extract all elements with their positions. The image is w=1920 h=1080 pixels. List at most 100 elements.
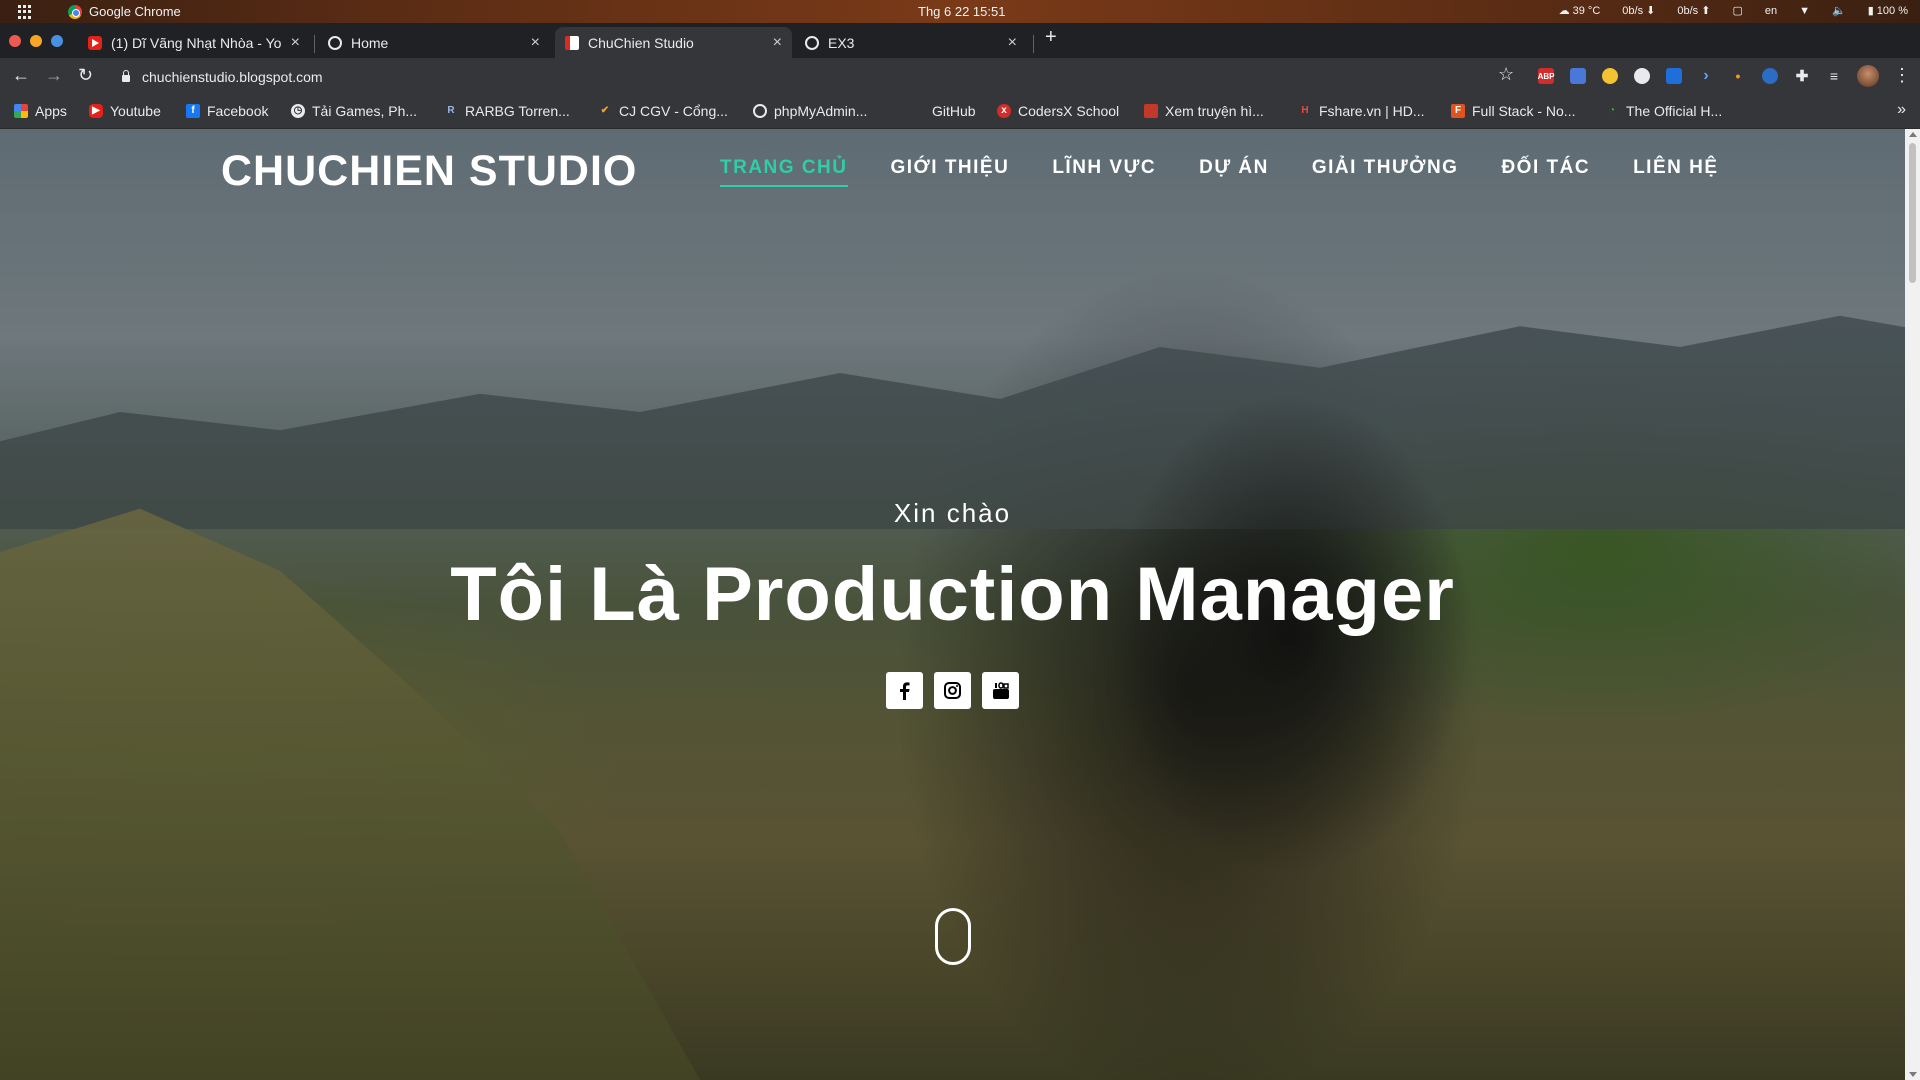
close-tab-icon[interactable]: × — [773, 34, 782, 52]
extension-circle-icon[interactable] — [1634, 68, 1650, 84]
forward-button[interactable]: → — [45, 65, 63, 86]
address-bar[interactable]: chuchienstudio.blogspot.com — [112, 61, 1502, 92]
bookmarks-bar: Apps ▶ Youtube f Facebook ◷ Tải Games, P… — [0, 95, 1920, 129]
extension-dot-icon[interactable]: • — [1730, 68, 1746, 84]
tab-title: (1) Dĩ Vãng Nhạt Nhòa - Yo — [111, 34, 282, 51]
bookmark-apps[interactable]: Apps — [14, 103, 67, 119]
translate-icon[interactable] — [1570, 68, 1586, 84]
globe-icon — [805, 35, 819, 50]
facebook-button[interactable] — [886, 672, 923, 709]
media-queue-icon[interactable]: ≡ — [1826, 68, 1842, 84]
system-clock[interactable]: Thg 6 22 15:51 — [918, 4, 1005, 19]
extension-blue-icon[interactable] — [1762, 68, 1778, 84]
bookmark-codersx[interactable]: x CodersX School — [997, 103, 1119, 119]
menu-giai-thuong[interactable]: GIẢI THƯỞNG — [1312, 157, 1459, 187]
youtube-button[interactable] — [982, 672, 1019, 709]
close-tab-icon[interactable]: × — [1008, 34, 1017, 52]
manga-icon — [1144, 104, 1158, 118]
site-navbar: CHUCHIEN STUDIO TRANG CHỦ GIỚI THIỆU LĨN… — [0, 129, 1905, 209]
maximize-window-button[interactable] — [51, 35, 63, 47]
tab-home[interactable]: Home × — [318, 27, 550, 58]
scroll-up-arrow[interactable] — [1909, 132, 1917, 137]
system-tray: ☁ 39 °C 0b/s ⬇ 0b/s ⬆ ▢ en ▼ 🔈 ▮ 100 % — [1559, 4, 1908, 18]
wifi-icon[interactable]: ▼ — [1799, 5, 1810, 17]
extension-j-icon[interactable] — [1666, 68, 1682, 84]
extension-compass-icon[interactable] — [1602, 68, 1618, 84]
menu-doi-tac[interactable]: ĐỐI TÁC — [1501, 157, 1590, 187]
menu-du-an[interactable]: DỰ ÁN — [1199, 157, 1269, 187]
bookmark-phpmyadmin[interactable]: phpMyAdmin... — [753, 103, 867, 119]
hero-greeting: Xin chào — [893, 498, 1012, 528]
social-links — [886, 672, 1019, 709]
instagram-button[interactable] — [934, 672, 971, 709]
menu-trang-chu[interactable]: TRANG CHỦ — [720, 157, 848, 187]
clipboard-icon[interactable]: ▢ — [1732, 4, 1742, 17]
chrome-icon — [68, 4, 82, 19]
scroll-down-indicator-icon[interactable] — [935, 908, 971, 965]
profile-avatar[interactable] — [1857, 65, 1879, 87]
facebook-icon: f — [186, 104, 200, 118]
bookmark-fshare[interactable]: H Fshare.vn | HD... — [1298, 103, 1424, 119]
activities-grid-icon[interactable] — [18, 5, 32, 19]
bookmark-github[interactable]: GitHub — [911, 103, 976, 119]
minimize-window-button[interactable] — [30, 35, 42, 47]
volume-icon[interactable]: 🔈 — [1832, 4, 1846, 17]
reload-button[interactable]: ↻ — [78, 65, 93, 86]
os-top-bar: Google Chrome Thg 6 22 15:51 ☁ 39 °C 0b/… — [0, 0, 1920, 23]
close-tab-icon[interactable]: × — [531, 34, 540, 52]
tab-youtube[interactable]: (1) Dĩ Vãng Nhạt Nhòa - Yo × — [78, 27, 310, 58]
window-controls — [9, 35, 63, 47]
tab-chuchien-studio[interactable]: ChuChien Studio × — [555, 27, 792, 58]
youtube-icon — [992, 681, 1009, 699]
apps-grid-icon — [14, 104, 28, 118]
tab-ex3[interactable]: EX3 × — [795, 27, 1027, 58]
scroll-down-arrow[interactable] — [1909, 1072, 1917, 1077]
extensions-puzzle-icon[interactable]: ✚ — [1794, 68, 1810, 85]
bookmark-rarbg[interactable]: R RARBG Torren... — [444, 103, 569, 119]
official-icon: ◔ — [1608, 105, 1616, 116]
menu-gioi-thieu[interactable]: GIỚI THIỆU — [891, 157, 1010, 187]
fshare-icon: H — [1301, 105, 1309, 116]
more-bookmarks-icon[interactable]: » — [1897, 101, 1906, 119]
new-tab-button[interactable]: + — [1045, 26, 1057, 49]
adblock-plus-icon[interactable]: ABP — [1538, 68, 1554, 84]
net-up-indicator: 0b/s ⬆ — [1677, 5, 1711, 17]
weather-indicator[interactable]: ☁ 39 °C — [1559, 4, 1601, 17]
bookmark-cgv[interactable]: ✔ CJ CGV - Cổng... — [598, 103, 728, 119]
bookmark-tai-games[interactable]: ◷ Tải Games, Ph... — [291, 103, 417, 119]
youtube-icon: ▶ — [89, 104, 103, 118]
youtube-icon — [88, 35, 102, 50]
cgv-icon: ✔ — [600, 105, 610, 116]
tab-title: ChuChien Studio — [588, 34, 694, 51]
bookmark-star-icon[interactable]: ☆ — [1498, 64, 1514, 85]
battery-label: 100 % — [1876, 5, 1908, 17]
net-down-indicator: 0b/s ⬇ — [1622, 5, 1656, 17]
github-icon — [911, 104, 925, 118]
back-button[interactable]: ← — [12, 65, 30, 86]
fullstack-icon: F — [1451, 104, 1465, 118]
bookmark-xem-truyen[interactable]: Xem truyện hì... — [1144, 103, 1264, 119]
bookmark-facebook[interactable]: f Facebook — [186, 103, 268, 119]
language-indicator[interactable]: en — [1765, 5, 1777, 17]
menu-lien-he[interactable]: LIÊN HỆ — [1633, 157, 1718, 187]
battery-indicator[interactable]: ▮ 100 % — [1868, 4, 1908, 17]
globe-icon — [328, 35, 342, 50]
bookmark-youtube[interactable]: ▶ Youtube — [89, 103, 161, 119]
codersx-icon: x — [997, 104, 1011, 118]
url-text: chuchienstudio.blogspot.com — [142, 68, 323, 85]
lock-icon[interactable] — [122, 70, 130, 82]
close-window-button[interactable] — [9, 35, 21, 47]
menu-linh-vuc[interactable]: LĨNH VỰC — [1052, 157, 1156, 187]
facebook-icon — [899, 681, 909, 700]
site-brand[interactable]: CHUCHIEN STUDIO — [221, 147, 637, 196]
bookmark-the-official[interactable]: ◔ The Official H... — [1605, 103, 1722, 119]
bookmark-full-stack[interactable]: F Full Stack - No... — [1451, 103, 1575, 119]
chrome-menu-icon[interactable]: ⋮ — [1893, 65, 1911, 86]
scrollbar-thumb[interactable] — [1909, 143, 1916, 283]
tab-title: Home — [351, 34, 389, 51]
close-tab-icon[interactable]: × — [291, 34, 300, 52]
page-scrollbar[interactable] — [1905, 129, 1920, 1080]
active-app-menu[interactable]: Google Chrome — [68, 4, 181, 19]
active-app-label: Google Chrome — [89, 4, 181, 19]
extension-chevron-icon[interactable]: › — [1698, 67, 1714, 84]
